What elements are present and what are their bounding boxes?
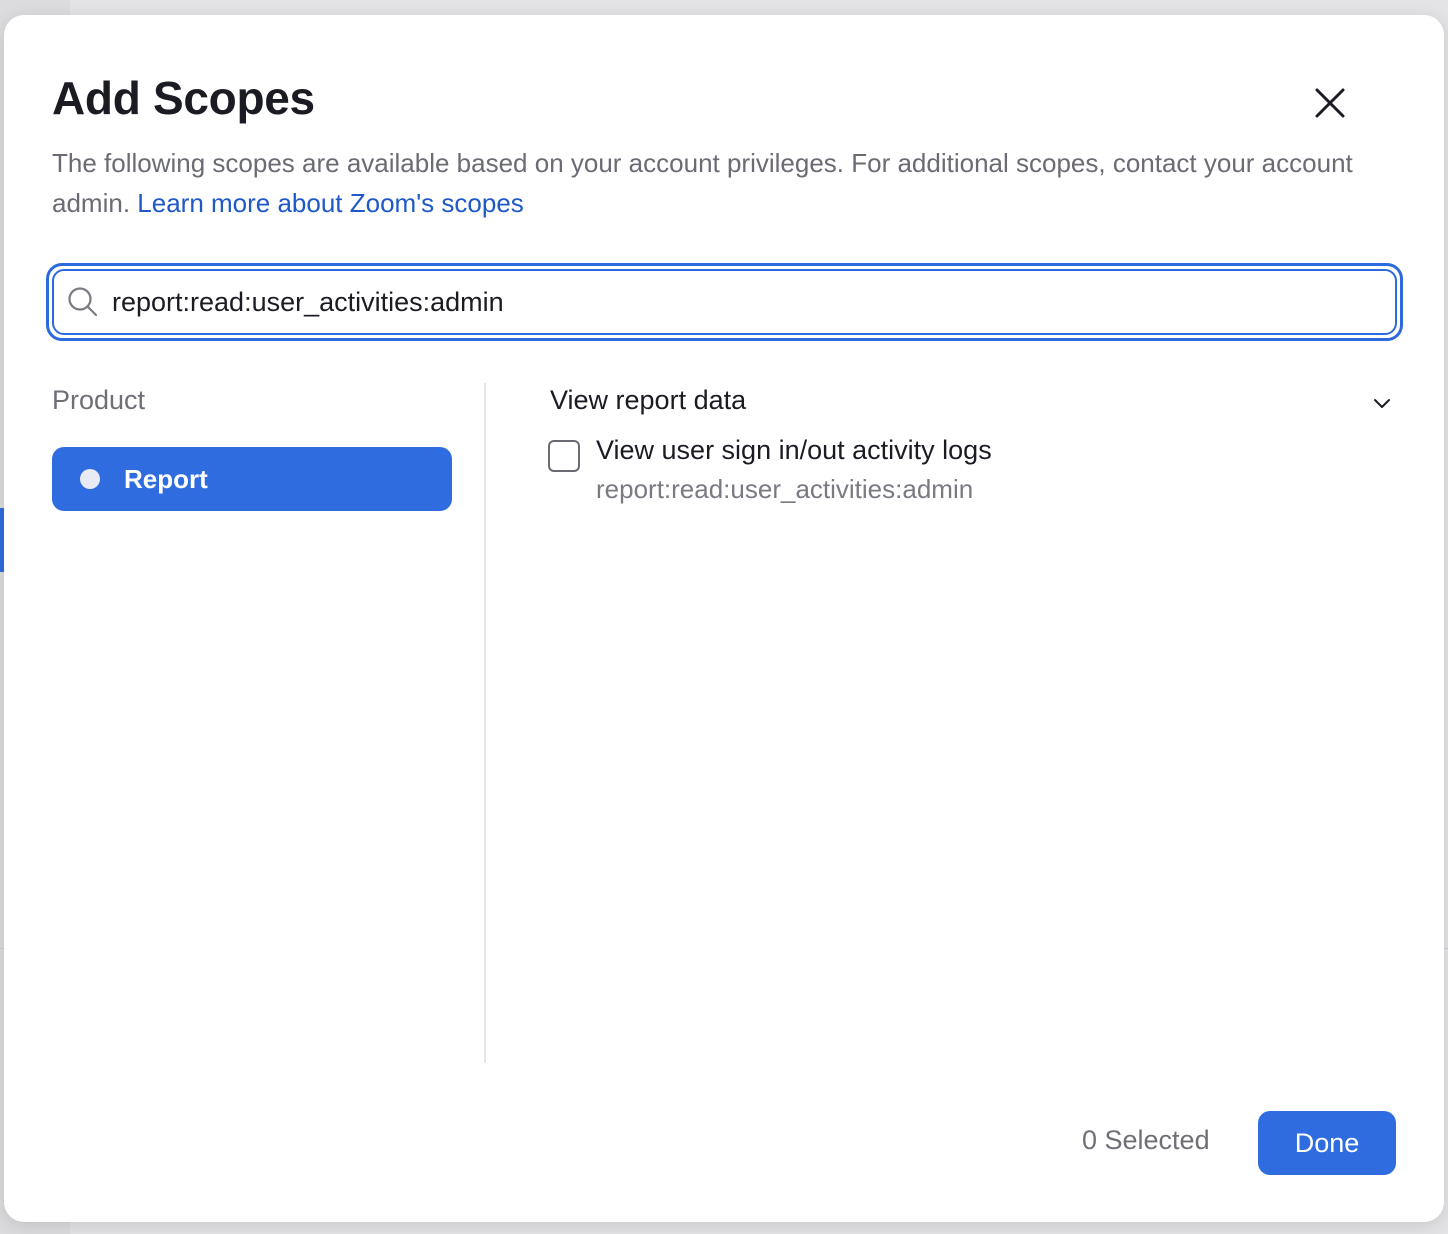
- done-button[interactable]: Done: [1258, 1111, 1396, 1175]
- learn-more-link[interactable]: Learn more about Zoom's scopes: [137, 188, 524, 218]
- scope-group-title: View report data: [550, 385, 747, 415]
- product-item-label: Report: [124, 463, 208, 494]
- close-button[interactable]: [1310, 83, 1350, 123]
- search-box: [46, 263, 1403, 341]
- scope-checkbox[interactable]: [548, 440, 580, 472]
- close-icon: [1315, 88, 1345, 118]
- radio-dot-icon: [80, 469, 100, 489]
- search-input[interactable]: [112, 286, 1395, 318]
- dialog-title: Add Scopes: [52, 72, 315, 124]
- scope-id: report:read:user_activities:admin: [596, 474, 974, 504]
- selected-count: 0 Selected: [1082, 1125, 1210, 1155]
- chevron-down-icon[interactable]: [1370, 391, 1394, 415]
- add-scopes-dialog: Add Scopes The following scopes are avai…: [4, 15, 1444, 1222]
- product-column-label: Product: [52, 385, 146, 415]
- dialog-description: The following scopes are available based…: [52, 143, 1392, 223]
- search-icon: [68, 287, 98, 317]
- scope-item: View user sign in/out activity logs repo…: [548, 435, 1348, 515]
- column-divider: [484, 383, 486, 1063]
- product-item-report[interactable]: Report: [52, 447, 452, 511]
- search-field: [52, 269, 1397, 335]
- scope-label: View user sign in/out activity logs: [596, 435, 992, 465]
